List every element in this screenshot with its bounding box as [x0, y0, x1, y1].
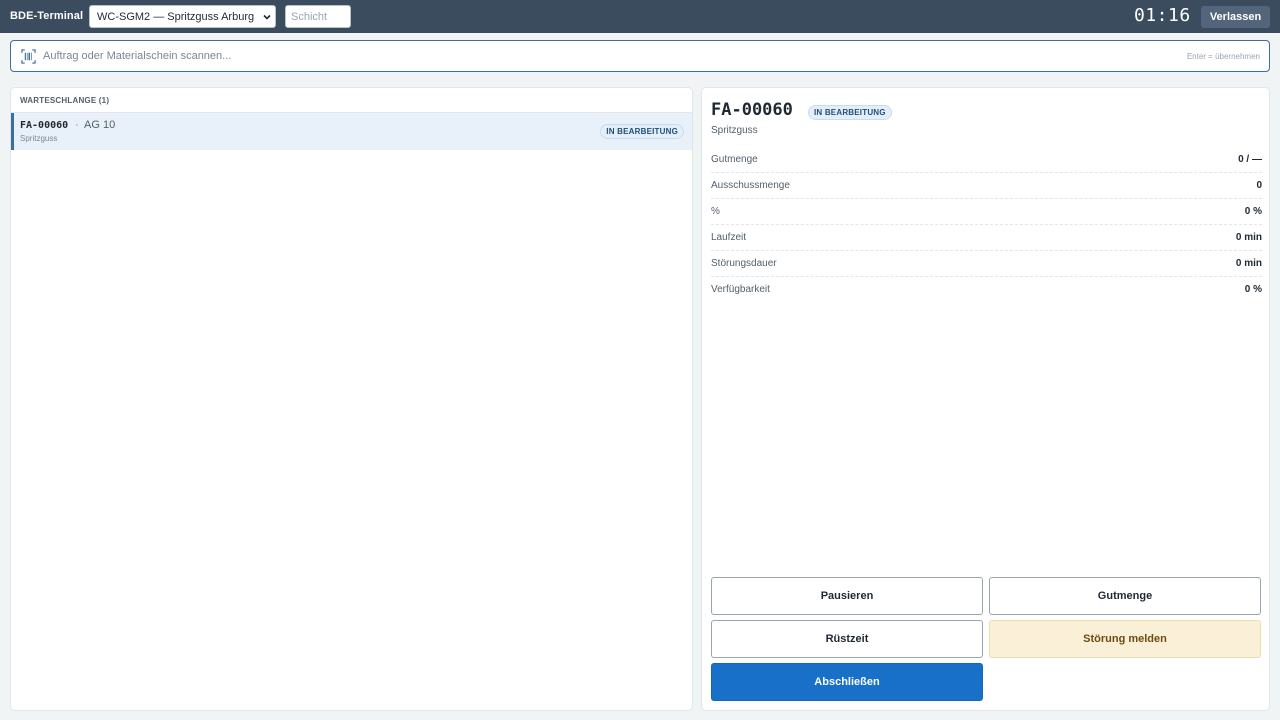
metric-row: Laufzeit 0 min — [711, 225, 1262, 251]
clock: 01:16 — [1134, 5, 1191, 26]
report-fault-button[interactable]: Störung melden — [989, 620, 1261, 658]
order-status-badge: IN BEARBEITUNG — [808, 105, 892, 120]
good-quantity-button[interactable]: Gutmenge — [989, 577, 1261, 615]
metric-label: % — [711, 206, 720, 217]
queue-item-status-badge: IN BEARBEITUNG — [600, 124, 684, 139]
barcode-icon — [21, 49, 36, 64]
metric-row: Störungsdauer 0 min — [711, 251, 1262, 277]
queue-panel: WARTESCHLANGE (1) FA-00060 · AG 10 Sprit… — [10, 87, 693, 711]
metric-value: 0 min — [1235, 232, 1262, 243]
queue-item[interactable]: FA-00060 · AG 10 Spritzguss IN BEARBEITU… — [11, 113, 692, 150]
queue-item-step: AG 10 — [84, 119, 116, 131]
metric-label: Störungsdauer — [711, 258, 777, 269]
metric-value: 0 min — [1235, 258, 1262, 269]
chevron-down-icon — [263, 14, 271, 20]
metric-label: Gutmenge — [711, 154, 758, 165]
order-subtitle: Spritzguss — [711, 125, 758, 136]
order-title: FA-00060 — [711, 100, 793, 120]
order-detail-panel: FA-00060 IN BEARBEITUNG Spritzguss Gutme… — [701, 87, 1270, 711]
metric-row: Gutmenge 0 / — — [711, 147, 1262, 173]
metric-label: Laufzeit — [711, 232, 747, 243]
queue-item-subtitle: Spritzguss — [20, 134, 58, 143]
app-title: BDE-Terminal — [10, 10, 84, 22]
workcenter-select[interactable]: WC-SGM2 — Spritzguss Arburg — [89, 5, 276, 28]
top-bar: BDE-Terminal WC-SGM2 — Spritzguss Arburg… — [0, 0, 1280, 33]
metric-value: 0 % — [1244, 206, 1262, 217]
queue-item-order: FA-00060 — [20, 120, 69, 131]
metric-label: Ausschussmenge — [711, 180, 790, 191]
metric-row: Verfügbarkeit 0 % — [711, 277, 1262, 303]
metric-row: Ausschussmenge 0 — [711, 173, 1262, 199]
pause-button[interactable]: Pausieren — [711, 577, 983, 615]
scan-bar: Enter = übernehmen — [10, 40, 1270, 72]
queue-item-separator: · — [75, 119, 79, 131]
queue-title: WARTESCHLANGE (1) — [11, 88, 692, 113]
setup-time-button[interactable]: Rüstzeit — [711, 620, 983, 658]
leave-button[interactable]: Verlassen — [1201, 6, 1270, 28]
workcenter-select-value: WC-SGM2 — Spritzguss Arburg — [97, 10, 255, 23]
metric-row: % 0 % — [711, 199, 1262, 225]
metric-label: Verfügbarkeit — [711, 284, 770, 295]
metric-value: 0 / — — [1238, 154, 1262, 165]
metric-value: 0 — [1256, 180, 1262, 191]
complete-button[interactable]: Abschließen — [711, 663, 983, 701]
metric-value: 0 % — [1244, 284, 1262, 295]
scan-hint: Enter = übernehmen — [1186, 52, 1260, 61]
scan-input[interactable] — [43, 46, 1143, 66]
shift-input[interactable] — [285, 5, 351, 28]
